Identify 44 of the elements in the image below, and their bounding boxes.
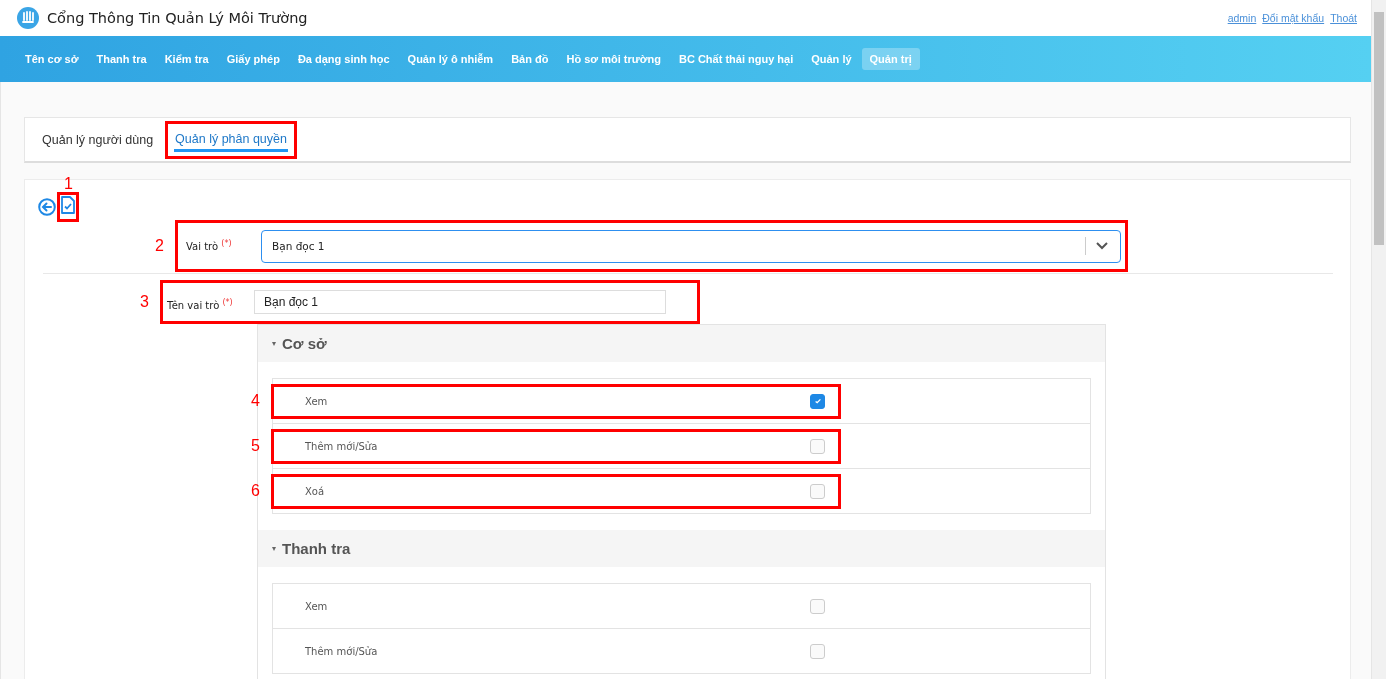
nav-item[interactable]: Quản trị [861, 48, 920, 70]
callout-number: 1 [64, 175, 73, 193]
header-link[interactable]: admin [1227, 12, 1257, 24]
scrollbar[interactable] [1371, 0, 1386, 679]
nav-item[interactable]: Kiểm tra [156, 48, 217, 70]
nav-item[interactable]: Quản lý [803, 48, 860, 70]
callout-number: 4 [251, 392, 260, 410]
nav-item[interactable]: Đa dạng sinh học [289, 48, 398, 70]
callout-number: 6 [251, 482, 260, 500]
permission-label: Xoá [305, 485, 325, 497]
checkbox[interactable] [810, 393, 825, 409]
callout-number: 2 [155, 237, 164, 255]
checkbox[interactable] [810, 483, 825, 499]
header-link[interactable]: Đổi mật khẩu [1262, 12, 1325, 24]
role-select[interactable]: Bạn đọc 1 [261, 229, 1121, 263]
nav-item[interactable]: Giấy phép [218, 48, 288, 70]
nav-item[interactable]: BC Chất thải nguy hại [670, 48, 802, 70]
checkbox[interactable] [810, 643, 825, 659]
permission-label: Thêm mới/Sửa [305, 440, 378, 452]
permission-label: Xem [305, 600, 328, 612]
field-label: Vai trò $^{(*)}$ [186, 239, 233, 253]
role-name-input[interactable]: Bạn đọc 1 [254, 290, 666, 314]
chevron-down-icon [1096, 242, 1108, 250]
group-header[interactable]: Thanh tra [258, 530, 1105, 567]
permission-label: Xem [305, 395, 328, 407]
tab[interactable]: Quản lý người dùng [41, 131, 155, 150]
field-label: Tên vai trò $^{(*)}$ [167, 298, 234, 312]
callout-number: 3 [140, 293, 149, 311]
checkbox[interactable] [810, 438, 825, 454]
app-title: Cổng Thông Tin Quản Lý Môi Trường [47, 10, 308, 26]
save-document-icon[interactable] [61, 196, 75, 214]
tab[interactable]: Quản lý phân quyền [174, 129, 288, 152]
group-header[interactable]: Cơ sở [258, 325, 1105, 362]
nav-item[interactable]: Bản đồ [503, 48, 557, 70]
nav-item[interactable]: Tên cơ sở [17, 48, 87, 70]
check-mark-icon [813, 397, 822, 405]
nav-item[interactable]: Quản lý ô nhiễm [399, 48, 502, 70]
header-link[interactable]: Thoát [1330, 12, 1357, 24]
callout-number: 5 [251, 437, 260, 455]
logo-icon [17, 7, 39, 29]
nav-item[interactable]: Hồ sơ môi trường [558, 48, 669, 70]
checkbox[interactable] [810, 598, 825, 614]
nav-item[interactable]: Thanh tra [88, 48, 155, 70]
permission-label: Thêm mới/Sửa [305, 645, 378, 657]
